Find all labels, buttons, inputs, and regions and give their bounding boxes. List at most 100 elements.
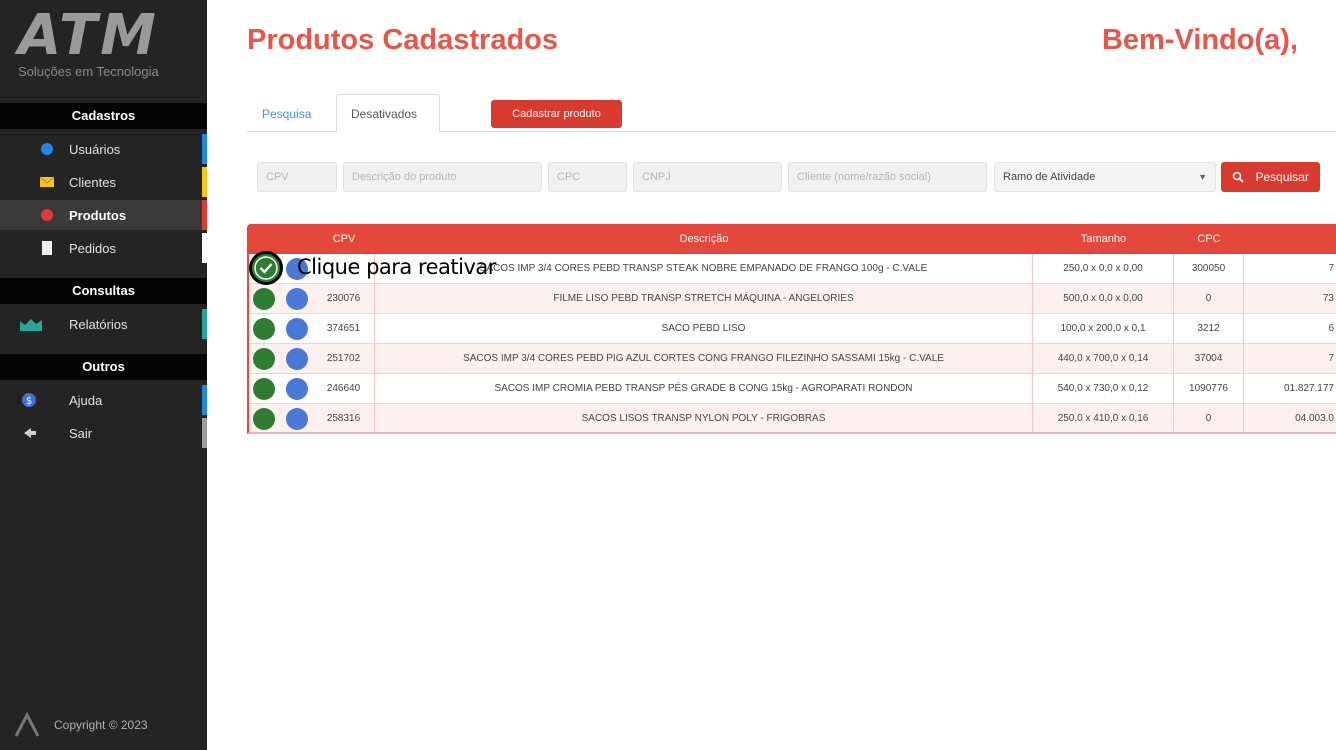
cadastrar-produto-button[interactable]: Cadastrar produto: [491, 100, 622, 128]
sidebar-item-label: Usuários: [69, 142, 121, 157]
user-icon: [41, 143, 53, 155]
ramo-atividade-value: Ramo de Atividade: [1003, 171, 1096, 183]
app-window: ATM Soluções em Tecnologia Cadastros Usu…: [0, 0, 1336, 750]
reactivate-button[interactable]: [253, 318, 275, 340]
view-button[interactable]: [286, 378, 308, 400]
descricao-input[interactable]: Descrição do produto: [343, 162, 542, 192]
reactivate-button[interactable]: [253, 378, 275, 400]
help-icon: $: [22, 393, 36, 407]
chevron-down-icon: ▼: [1198, 172, 1207, 182]
sidebar: ATM Soluções em Tecnologia Cadastros Usu…: [0, 0, 207, 750]
sidebar-item-pedidos[interactable]: Pedidos: [0, 233, 207, 263]
cell-descricao: SACOS IMP 3/4 CORES PEBD PIG AZUL CORTES…: [375, 344, 1033, 374]
section-title-cadastros: Cadastros: [0, 103, 207, 129]
search-icon: [1232, 171, 1244, 183]
circle-icon: [41, 209, 53, 221]
cell-cpv: 230076: [313, 284, 375, 314]
reactivate-button[interactable]: [253, 408, 275, 430]
welcome-text: Bem-Vindo(a),: [1101, 24, 1298, 56]
cell-tamanho: 250,0 x 410,0 x 0,16: [1033, 404, 1174, 434]
sidebar-item-relatorios[interactable]: Relatórios: [0, 309, 207, 339]
section-title-consultas: Consultas: [0, 278, 207, 304]
cell-cpc: 0: [1174, 284, 1244, 314]
filter-bar: CPV Descrição do produto CPC CNPJ Client…: [257, 162, 1336, 192]
col-cpc: CPC: [1197, 233, 1221, 245]
cpc-input[interactable]: CPC: [548, 162, 627, 192]
tab-desativados[interactable]: Desativados: [336, 94, 440, 132]
cell-cpc: 0: [1174, 404, 1244, 434]
copyright-text: Copyright © 2023: [54, 718, 148, 732]
chart-icon: [20, 319, 42, 331]
cell-cpc: 37004: [1174, 344, 1244, 374]
cell-extra: 73: [1322, 293, 1334, 304]
sidebar-item-produtos[interactable]: Produtos: [0, 200, 207, 230]
view-button[interactable]: [286, 348, 308, 370]
sidebar-item-label: Ajuda: [69, 393, 103, 408]
sidebar-item-label: Pedidos: [69, 241, 116, 256]
col-cpv: CPV: [332, 233, 356, 245]
atm-logo[interactable]: ATM Soluções em Tecnologia: [18, 8, 188, 80]
cell-cpc: 3212: [1174, 314, 1244, 344]
atm-mark-icon: [14, 712, 40, 737]
envelope-icon: [40, 176, 54, 187]
cell-extra: 01.827.177: [1283, 383, 1334, 394]
table-row: 246640 SACOS IMP CROMIA PEBD TRANSP PÉS …: [247, 374, 1336, 404]
sidebar-item-clientes[interactable]: Clientes: [0, 167, 207, 197]
reactivate-tooltip: Clique para reativar: [297, 255, 496, 279]
check-icon: [254, 256, 278, 280]
tab-pesquisa[interactable]: Pesquisa: [247, 94, 331, 132]
cell-tamanho: 100,0 x 200,0 x 0,1: [1033, 314, 1174, 344]
cell-extra: 7: [1328, 263, 1334, 274]
sidebar-item-sair[interactable]: Sair: [0, 418, 207, 448]
col-extra: [1244, 224, 1336, 254]
reactivate-button-highlighted[interactable]: [249, 251, 283, 285]
cell-cpv: 258316: [313, 404, 375, 434]
section-title-outros: Outros: [0, 354, 207, 380]
cell-extra: 04.003.0: [1295, 413, 1334, 424]
table-header: CPV Descrição Tamanho CPC: [247, 224, 1336, 254]
sidebar-item-usuarios[interactable]: Usuários: [0, 134, 207, 164]
cell-cpc: 300050: [1174, 254, 1244, 284]
document-icon: [42, 241, 52, 255]
cnpj-input[interactable]: CNPJ: [633, 162, 782, 192]
logo-text: ATM: [18, 3, 159, 68]
table-row: 230076 FILME LISO PEBD TRANSP STRETCH MÁ…: [247, 284, 1336, 314]
view-button[interactable]: [286, 408, 308, 430]
cell-tamanho: 250,0 x 0,0 x 0,00: [1033, 254, 1174, 284]
cpv-input[interactable]: CPV: [257, 162, 337, 192]
cell-cpv: 246640: [313, 374, 375, 404]
pesquisar-button[interactable]: Pesquisar: [1221, 162, 1320, 192]
cell-descricao: SACO PEBD LISO: [375, 314, 1033, 344]
logo-tagline: Soluções em Tecnologia: [18, 64, 159, 79]
cell-tamanho: 500,0 x 0,0 x 0,00: [1033, 284, 1174, 314]
reactivate-button[interactable]: [253, 288, 275, 310]
view-button[interactable]: [286, 318, 308, 340]
col-descricao: Descrição: [679, 233, 729, 245]
cell-descricao: FILME LISO PEBD TRANSP STRETCH MÁQUINA -…: [375, 284, 1033, 314]
cell-descricao: SACOS LISOS TRANSP NYLON POLY - FRIGOBRA…: [375, 404, 1033, 434]
table-row: 374651 SACO PEBD LISO 100,0 x 200,0 x 0,…: [247, 314, 1336, 344]
cell-tamanho: 440,0 x 700,0 x 0,14: [1033, 344, 1174, 374]
svg-text:$: $: [26, 396, 32, 407]
exit-icon: [24, 428, 36, 438]
view-button[interactable]: [286, 288, 308, 310]
sidebar-item-label: Clientes: [69, 175, 116, 190]
sidebar-item-label: Sair: [69, 426, 93, 441]
cell-extra: 6: [1328, 323, 1334, 334]
cell-cpv: 251702: [313, 344, 375, 374]
reactivate-button[interactable]: [253, 348, 275, 370]
tab-bar: Pesquisa Desativados Cadastrar produto: [247, 94, 1336, 132]
main-content: Produtos Cadastrados Bem-Vindo(a), Pesqu…: [207, 0, 1336, 750]
cell-cpv: 374651: [313, 314, 375, 344]
col-tamanho: Tamanho: [1080, 233, 1127, 245]
cell-cpc: 1090776: [1174, 374, 1244, 404]
pesquisar-label: Pesquisar: [1255, 170, 1309, 184]
cell-tamanho: 540,0 x 730,0 x 0,12: [1033, 374, 1174, 404]
page-title: Produtos Cadastrados: [247, 24, 558, 56]
sidebar-item-label: Produtos: [69, 208, 127, 223]
table-row: 258316 SACOS LISOS TRANSP NYLON POLY - F…: [247, 404, 1336, 434]
cliente-input[interactable]: Cliente (nome/razão social): [788, 162, 987, 192]
ramo-atividade-select[interactable]: Ramo de Atividade ▼: [994, 162, 1216, 192]
sidebar-item-ajuda[interactable]: $ Ajuda: [0, 385, 207, 415]
cell-descricao: SACOS IMP CROMIA PEBD TRANSP PÉS GRADE B…: [375, 374, 1033, 404]
